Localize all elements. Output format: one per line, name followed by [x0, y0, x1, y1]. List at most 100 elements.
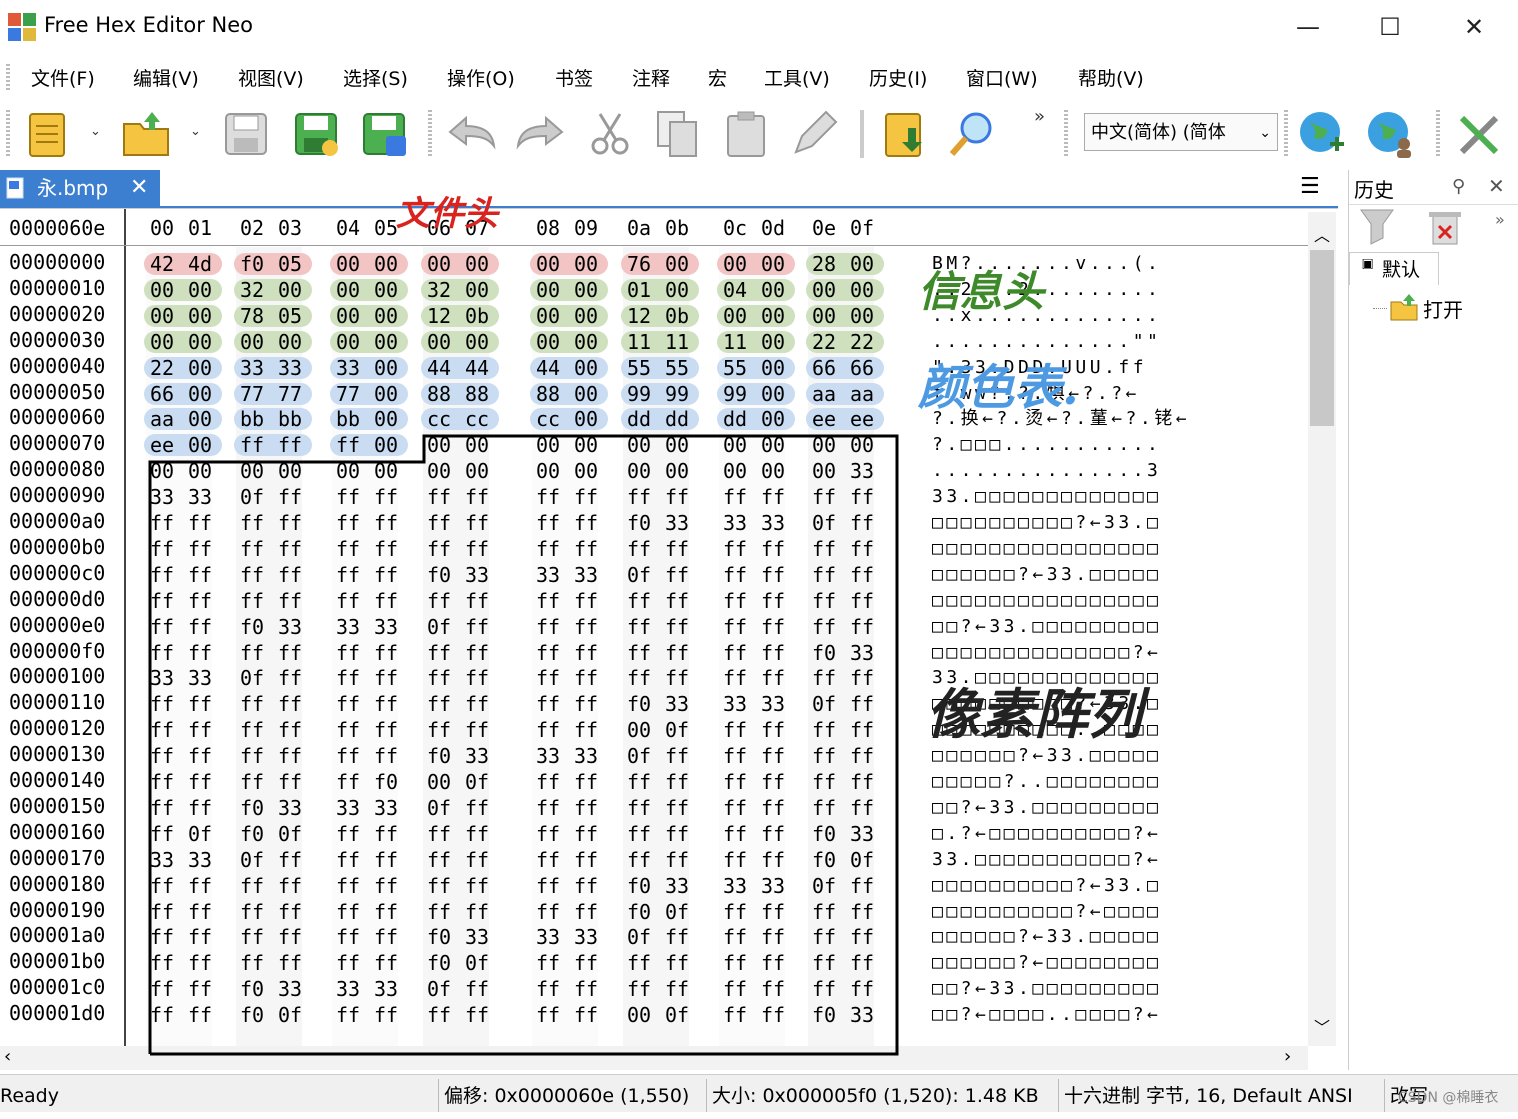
hex-byte[interactable]: ff [336, 640, 360, 666]
hex-byte[interactable]: 0f [278, 1002, 302, 1028]
hex-byte[interactable]: ff [536, 484, 560, 510]
hex-byte[interactable]: ff [536, 588, 560, 614]
hex-byte[interactable]: ff [850, 510, 874, 536]
ascii-text[interactable]: 33.□□□□□□□□□□□?← [932, 847, 1161, 873]
hex-byte[interactable]: ff [665, 640, 689, 666]
hex-byte[interactable]: ff [850, 795, 874, 821]
hex-byte[interactable]: f0 [627, 510, 651, 536]
ascii-text[interactable]: □□□□□□□□□□□□□□?← [932, 640, 1161, 666]
hex-byte[interactable]: 33 [336, 355, 360, 381]
hex-byte[interactable]: 0f [465, 950, 489, 976]
hex-byte[interactable]: ff [427, 873, 451, 899]
close-button[interactable]: ✕ [1454, 10, 1494, 44]
hex-byte[interactable]: ff [536, 1002, 560, 1028]
hex-byte[interactable]: ff [336, 821, 360, 847]
hex-byte[interactable]: ff [723, 950, 747, 976]
hex-byte[interactable]: ff [336, 899, 360, 925]
hex-byte[interactable]: 0f [627, 924, 651, 950]
hex-byte[interactable]: ff [812, 484, 836, 510]
hex-byte[interactable]: f0 [240, 795, 264, 821]
hex-byte[interactable]: f0 [812, 821, 836, 847]
hex-byte[interactable]: ff [336, 873, 360, 899]
hex-byte[interactable]: ff [536, 899, 560, 925]
scroll-left-icon[interactable]: ‹ [4, 1046, 11, 1067]
hex-byte[interactable]: 00 [627, 458, 651, 484]
hex-byte[interactable]: ff [761, 769, 785, 795]
hex-byte[interactable]: ff [336, 769, 360, 795]
hex-byte[interactable]: ff [374, 1002, 398, 1028]
hex-byte[interactable]: ff [465, 795, 489, 821]
hex-byte[interactable]: ff [465, 665, 489, 691]
hex-byte[interactable]: bb [240, 406, 264, 432]
hex-byte[interactable]: ff [465, 536, 489, 562]
hex-byte[interactable]: ff [465, 847, 489, 873]
hex-byte[interactable]: ff [812, 614, 836, 640]
hex-byte[interactable]: 00 [465, 251, 489, 277]
hex-byte[interactable]: ff [536, 769, 560, 795]
hex-byte[interactable]: 33 [336, 976, 360, 1002]
menu-help[interactable]: 帮助(V) [1078, 64, 1144, 91]
hex-byte[interactable]: f0 [240, 614, 264, 640]
hex-byte[interactable]: 77 [240, 381, 264, 407]
hex-byte[interactable]: ff [150, 873, 174, 899]
hex-byte[interactable]: 00 [536, 277, 560, 303]
hex-byte[interactable]: ff [465, 899, 489, 925]
hex-byte[interactable]: ff [574, 976, 598, 1002]
hex-byte[interactable]: ff [427, 847, 451, 873]
hex-byte[interactable]: 05 [278, 251, 302, 277]
hex-byte[interactable]: 00 [374, 329, 398, 355]
hex-byte[interactable]: 00 [427, 329, 451, 355]
hex-byte[interactable]: ff [240, 510, 264, 536]
hex-byte[interactable]: ff [627, 795, 651, 821]
hex-byte[interactable]: 4d [188, 251, 212, 277]
hex-byte[interactable]: ff [150, 588, 174, 614]
hex-byte[interactable]: 0f [240, 484, 264, 510]
hex-byte[interactable]: 00 [574, 458, 598, 484]
hex-byte[interactable]: ff [150, 562, 174, 588]
hex-byte[interactable]: ff [761, 899, 785, 925]
hex-byte[interactable]: ff [465, 640, 489, 666]
ascii-text[interactable]: □.?←□□□□□□□□□□?← [932, 821, 1161, 847]
hex-byte[interactable]: ff [665, 665, 689, 691]
hex-byte[interactable]: 00 [427, 769, 451, 795]
hex-byte[interactable]: 00 [374, 303, 398, 329]
hex-byte[interactable]: ff [761, 562, 785, 588]
hex-byte[interactable]: ff [150, 899, 174, 925]
hex-byte[interactable]: ff [574, 640, 598, 666]
hex-byte[interactable]: ff [240, 640, 264, 666]
ascii-text[interactable]: □□□□□□□□□□?←□□□□ [932, 899, 1161, 925]
hex-byte[interactable]: 00 [188, 355, 212, 381]
hex-byte[interactable]: ff [188, 691, 212, 717]
hex-byte[interactable]: ff [723, 899, 747, 925]
bookmark-download-icon[interactable] [878, 108, 930, 160]
hex-byte[interactable]: ff [812, 924, 836, 950]
hex-byte[interactable]: 33 [536, 924, 560, 950]
hex-byte[interactable]: 0f [427, 795, 451, 821]
hex-byte[interactable]: ff [812, 717, 836, 743]
hex-byte[interactable]: ff [761, 821, 785, 847]
hex-byte[interactable]: 33 [278, 614, 302, 640]
hex-byte[interactable]: 00 [627, 717, 651, 743]
hex-byte[interactable]: ff [850, 950, 874, 976]
hex-byte[interactable]: ff [374, 588, 398, 614]
hex-byte[interactable]: ff [188, 562, 212, 588]
hex-byte[interactable]: 00 [188, 381, 212, 407]
save-as-icon[interactable] [290, 108, 342, 160]
ascii-text[interactable]: □□?←33.□□□□□□□□□ [932, 795, 1161, 821]
hex-byte[interactable]: ff [374, 924, 398, 950]
undo-icon[interactable] [446, 108, 498, 160]
hex-byte[interactable]: 66 [150, 381, 174, 407]
hex-byte[interactable]: ff [665, 588, 689, 614]
hex-byte[interactable]: ff [723, 717, 747, 743]
globe-user-icon[interactable] [1364, 108, 1416, 160]
hex-byte[interactable]: ff [574, 588, 598, 614]
hex-byte[interactable]: 0f [465, 769, 489, 795]
hex-byte[interactable]: ff [627, 536, 651, 562]
panel-overflow-icon[interactable]: » [1495, 210, 1505, 229]
hex-byte[interactable]: ff [278, 899, 302, 925]
hex-byte[interactable]: 78 [240, 303, 264, 329]
hex-byte[interactable]: ff [465, 717, 489, 743]
hex-byte[interactable]: ff [278, 873, 302, 899]
search-icon[interactable] [946, 108, 998, 160]
hex-byte[interactable]: 00 [336, 329, 360, 355]
